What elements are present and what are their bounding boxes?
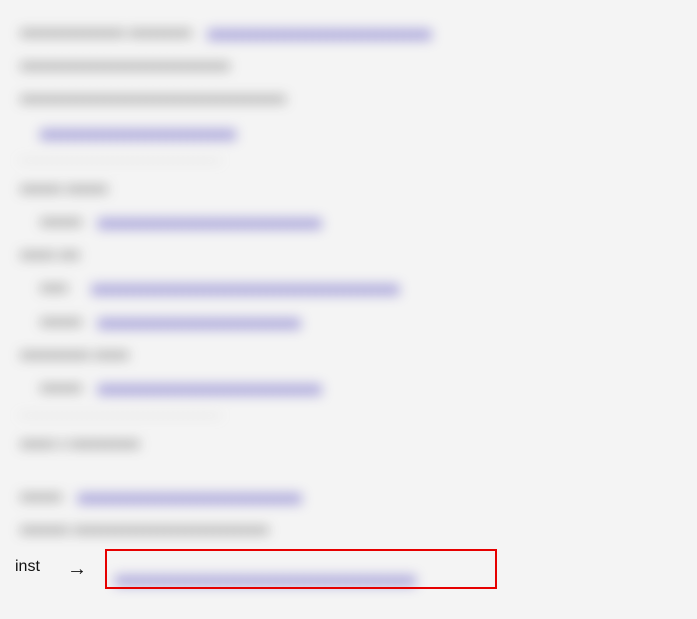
- blurred-text: xxxxxxxxxxxxxxx xxxxxxxxx: [20, 24, 192, 40]
- blurred-line: xxxxxxxxxxxxxxxxxxxxxxxxxxxxxx: [20, 53, 677, 78]
- blurred-line: xxxxxx xxxxxxxxxxxxxxxxxxxxxxxxxxxxxxxx: [40, 375, 677, 400]
- blurred-line: xxxxxx xxxxxx: [20, 176, 677, 201]
- blurred-link: xxxxxxxxxxxxxxxxxxxxxxxxxxxxxxxx: [207, 24, 431, 40]
- blurred-link: xxxxxxxxxxxxxxxxxxxxxxxxxxxxxxxxxxxxxxxx…: [91, 279, 399, 295]
- blurred-line: xxxxx x xxxxxxxxxx: [20, 431, 677, 456]
- blurred-text: xxxxxx: [40, 379, 82, 395]
- blurred-text: xxxxxx: [40, 213, 82, 229]
- blurred-line: xxxxxx xxxxxxxxxxxxxxxxxxxxxxxxxxxxx: [40, 309, 677, 334]
- blurred-link: xxxxxxxxxxxxxxxxxxxxxxxxxxxx: [40, 124, 236, 140]
- blurred-text: xxxxxx: [20, 488, 62, 504]
- blurred-line: xxxxxx xxxxxxxxxxxxxxxxxxxxxxxxxxxxxxxx: [20, 484, 677, 509]
- divider: [20, 415, 220, 416]
- blurred-link: xxxxxxxxxxxxxxxxxxxxxxxxxxxxxxxx: [98, 379, 322, 395]
- field-label-inst: inst: [15, 558, 40, 576]
- blurred-link: xxxxxxxxxxxxxxxxxxxxxxxxxxxxxxxx: [78, 488, 302, 504]
- blurred-text: xxxxxx: [40, 313, 82, 329]
- blurred-link: xxxxxxxxxxxxxxxxxxxxxxxxxxxxxxxx: [98, 213, 322, 229]
- blurred-line: xxxxx xxx: [20, 242, 677, 267]
- blurred-link: xxxxxxxxxxxxxxxxxxxxxxxxxxxxx: [98, 313, 301, 329]
- divider: [20, 160, 220, 161]
- blurred-line: xxxx xxxxxxxxxxxxxxxxxxxxxxxxxxxxxxxxxxx…: [40, 275, 677, 300]
- arrow-right-icon: →: [67, 558, 87, 581]
- blurred-line: xxxxxxxxxxxxxxx xxxxxxxxx xxxxxxxxxxxxxx…: [20, 20, 677, 45]
- blurred-line: xxxxxx xxxxxxxxxxxxxxxxxxxxxxxxxxxxxxxx: [40, 209, 677, 234]
- blurred-line: xxxxxxxxxxxxxxxxxxxxxxxxxxxx: [40, 120, 677, 145]
- highlight-box: [105, 549, 497, 589]
- blurred-line: xxxxxxxxxx xxxxx: [20, 342, 677, 367]
- blurred-line: xxxxxxxxxxxxxxxxxxxxxxxxxxxxxxxxxxxxxx: [20, 86, 677, 111]
- blurred-line: xxxxxxx xxxxxxxxxxxxxxxxxxxxxxxxxxxx: [20, 517, 677, 542]
- blurred-text: xxxx: [40, 279, 68, 295]
- blurred-region: xxxxxxxxxxxxxxx xxxxxxxxx xxxxxxxxxxxxxx…: [0, 0, 697, 619]
